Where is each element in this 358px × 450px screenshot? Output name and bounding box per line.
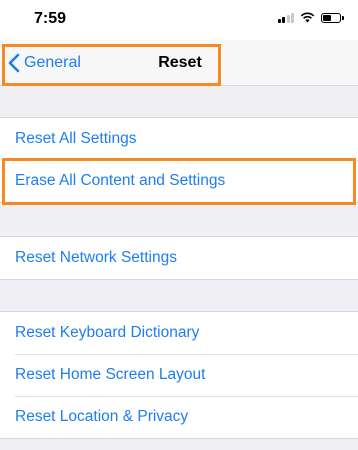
reset-keyboard-dictionary-row[interactable]: Reset Keyboard Dictionary — [0, 312, 358, 354]
status-bar: 7:59 — [0, 0, 358, 40]
reset-network-settings-row[interactable]: Reset Network Settings — [0, 237, 358, 279]
wifi-icon — [300, 12, 315, 23]
reset-location-privacy-row[interactable]: Reset Location & Privacy — [0, 396, 358, 438]
reset-all-settings-row[interactable]: Reset All Settings — [0, 118, 358, 160]
row-label: Reset All Settings — [15, 130, 137, 147]
settings-group-1: Reset All Settings Erase All Content and… — [0, 117, 358, 203]
status-time: 7:59 — [34, 10, 67, 27]
settings-group-3: Reset Keyboard Dictionary Reset Home Scr… — [0, 311, 358, 439]
settings-group-2: Reset Network Settings — [0, 236, 358, 280]
reset-home-screen-layout-row[interactable]: Reset Home Screen Layout — [0, 354, 358, 396]
row-label: Reset Home Screen Layout — [15, 366, 206, 383]
cellular-signal-icon — [277, 12, 294, 23]
row-label: Reset Network Settings — [15, 249, 177, 266]
row-label: Erase All Content and Settings — [15, 172, 226, 189]
row-label: Reset Location & Privacy — [15, 408, 189, 425]
row-label: Reset Keyboard Dictionary — [15, 324, 200, 341]
navigation-bar: General Reset — [0, 40, 358, 86]
erase-all-content-row[interactable]: Erase All Content and Settings — [0, 160, 358, 202]
status-icons — [277, 12, 344, 23]
page-title-text: Reset — [158, 54, 202, 71]
battery-icon — [321, 12, 344, 23]
page-title: Reset — [0, 40, 358, 86]
